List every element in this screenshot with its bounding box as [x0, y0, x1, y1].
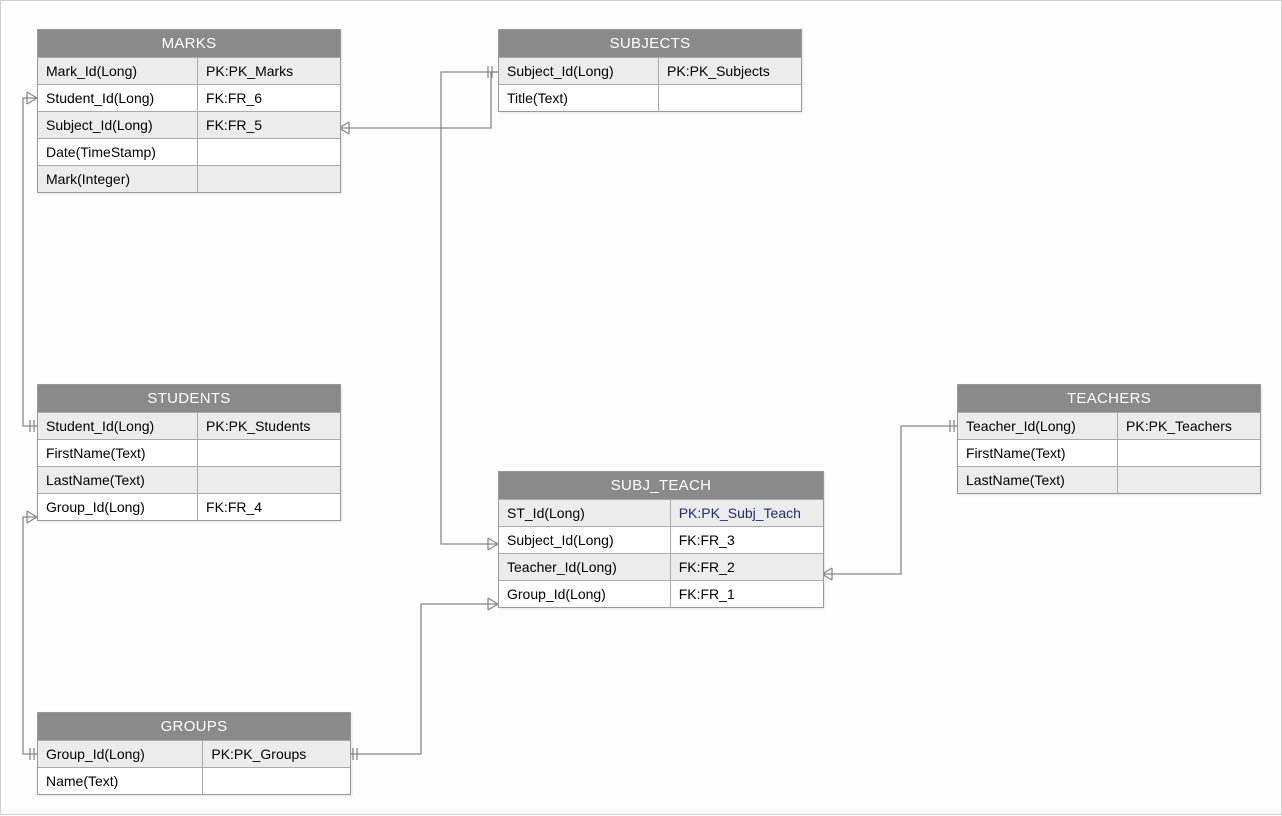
- col-name: Group_Id(Long): [38, 741, 203, 767]
- col-name: Group_Id(Long): [38, 494, 198, 520]
- entity-title: GROUPS: [38, 713, 350, 740]
- col-key: PK:PK_Students: [198, 413, 340, 439]
- col-key: PK:PK_Marks: [198, 58, 340, 84]
- entity-subj-teach[interactable]: SUBJ_TEACH ST_Id(Long) PK:PK_Subj_Teach …: [498, 471, 824, 608]
- table-row: Teacher_Id(Long) FK:FR_2: [499, 553, 823, 580]
- col-name: Subject_Id(Long): [38, 112, 198, 138]
- table-row: Group_Id(Long) FK:FR_4: [38, 493, 340, 520]
- col-name: Name(Text): [38, 768, 203, 794]
- entity-title: MARKS: [38, 30, 340, 57]
- table-row: LastName(Text): [38, 466, 340, 493]
- er-diagram-canvas: MARKS Mark_Id(Long) PK:PK_Marks Student_…: [0, 0, 1282, 815]
- col-name: Group_Id(Long): [499, 581, 671, 607]
- col-key: FK:FR_6: [198, 85, 340, 111]
- table-row: Name(Text): [38, 767, 350, 794]
- col-key: [198, 139, 340, 165]
- table-row: Subject_Id(Long) FK:FR_3: [499, 526, 823, 553]
- rel-fr4: [23, 511, 37, 760]
- table-row: LastName(Text): [958, 466, 1260, 493]
- rel-fr3: [441, 72, 498, 550]
- col-key: FK:FR_3: [671, 527, 823, 553]
- col-name: Subject_Id(Long): [499, 527, 671, 553]
- col-name: Teacher_Id(Long): [958, 413, 1118, 439]
- col-key: [203, 768, 350, 794]
- col-name: LastName(Text): [38, 467, 198, 493]
- rel-fr5: [339, 66, 498, 134]
- col-key: FK:FR_5: [198, 112, 340, 138]
- col-key: PK:PK_Subj_Teach: [671, 500, 823, 526]
- table-row: Mark(Integer): [38, 165, 340, 192]
- entity-marks[interactable]: MARKS Mark_Id(Long) PK:PK_Marks Student_…: [37, 29, 341, 193]
- entity-title: TEACHERS: [958, 385, 1260, 412]
- col-name: ST_Id(Long): [499, 500, 671, 526]
- col-key: PK:PK_Groups: [203, 741, 350, 767]
- col-name: Teacher_Id(Long): [499, 554, 671, 580]
- entity-title: SUBJ_TEACH: [499, 472, 823, 499]
- col-name: LastName(Text): [958, 467, 1118, 493]
- table-row: Student_Id(Long) PK:PK_Students: [38, 412, 340, 439]
- table-row: Student_Id(Long) FK:FR_6: [38, 84, 340, 111]
- table-row: Group_Id(Long) PK:PK_Groups: [38, 740, 350, 767]
- table-row: Title(Text): [499, 84, 801, 111]
- table-row: Date(TimeStamp): [38, 138, 340, 165]
- entity-title: STUDENTS: [38, 385, 340, 412]
- col-key: [659, 85, 801, 111]
- col-name: Student_Id(Long): [38, 413, 198, 439]
- col-key: PK:PK_Teachers: [1118, 413, 1260, 439]
- col-name: Subject_Id(Long): [499, 58, 659, 84]
- col-name: Mark(Integer): [38, 166, 198, 192]
- col-name: FirstName(Text): [958, 440, 1118, 466]
- table-row: Teacher_Id(Long) PK:PK_Teachers: [958, 412, 1260, 439]
- table-row: Subject_Id(Long) FK:FR_5: [38, 111, 340, 138]
- col-key: FK:FR_2: [671, 554, 823, 580]
- entity-subjects[interactable]: SUBJECTS Subject_Id(Long) PK:PK_Subjects…: [498, 29, 802, 112]
- col-key: [198, 166, 340, 192]
- table-row: FirstName(Text): [958, 439, 1260, 466]
- rel-fr2: [822, 420, 957, 580]
- col-key: [1118, 467, 1260, 493]
- entity-groups[interactable]: GROUPS Group_Id(Long) PK:PK_Groups Name(…: [37, 712, 351, 795]
- entity-teachers[interactable]: TEACHERS Teacher_Id(Long) PK:PK_Teachers…: [957, 384, 1261, 494]
- col-key: PK:PK_Subjects: [659, 58, 801, 84]
- rel-fr1: [349, 598, 498, 760]
- col-name: Date(TimeStamp): [38, 139, 198, 165]
- col-name: Student_Id(Long): [38, 85, 198, 111]
- rel-fr6: [23, 92, 37, 432]
- col-key: FK:FR_1: [671, 581, 823, 607]
- table-row: FirstName(Text): [38, 439, 340, 466]
- table-row: Group_Id(Long) FK:FR_1: [499, 580, 823, 607]
- col-name: Title(Text): [499, 85, 659, 111]
- table-row: Subject_Id(Long) PK:PK_Subjects: [499, 57, 801, 84]
- entity-students[interactable]: STUDENTS Student_Id(Long) PK:PK_Students…: [37, 384, 341, 521]
- col-key: [198, 440, 340, 466]
- entity-title: SUBJECTS: [499, 30, 801, 57]
- col-name: Mark_Id(Long): [38, 58, 198, 84]
- table-row: Mark_Id(Long) PK:PK_Marks: [38, 57, 340, 84]
- col-key: [198, 467, 340, 493]
- table-row: ST_Id(Long) PK:PK_Subj_Teach: [499, 499, 823, 526]
- col-name: FirstName(Text): [38, 440, 198, 466]
- col-key: [1118, 440, 1260, 466]
- col-key: FK:FR_4: [198, 494, 340, 520]
